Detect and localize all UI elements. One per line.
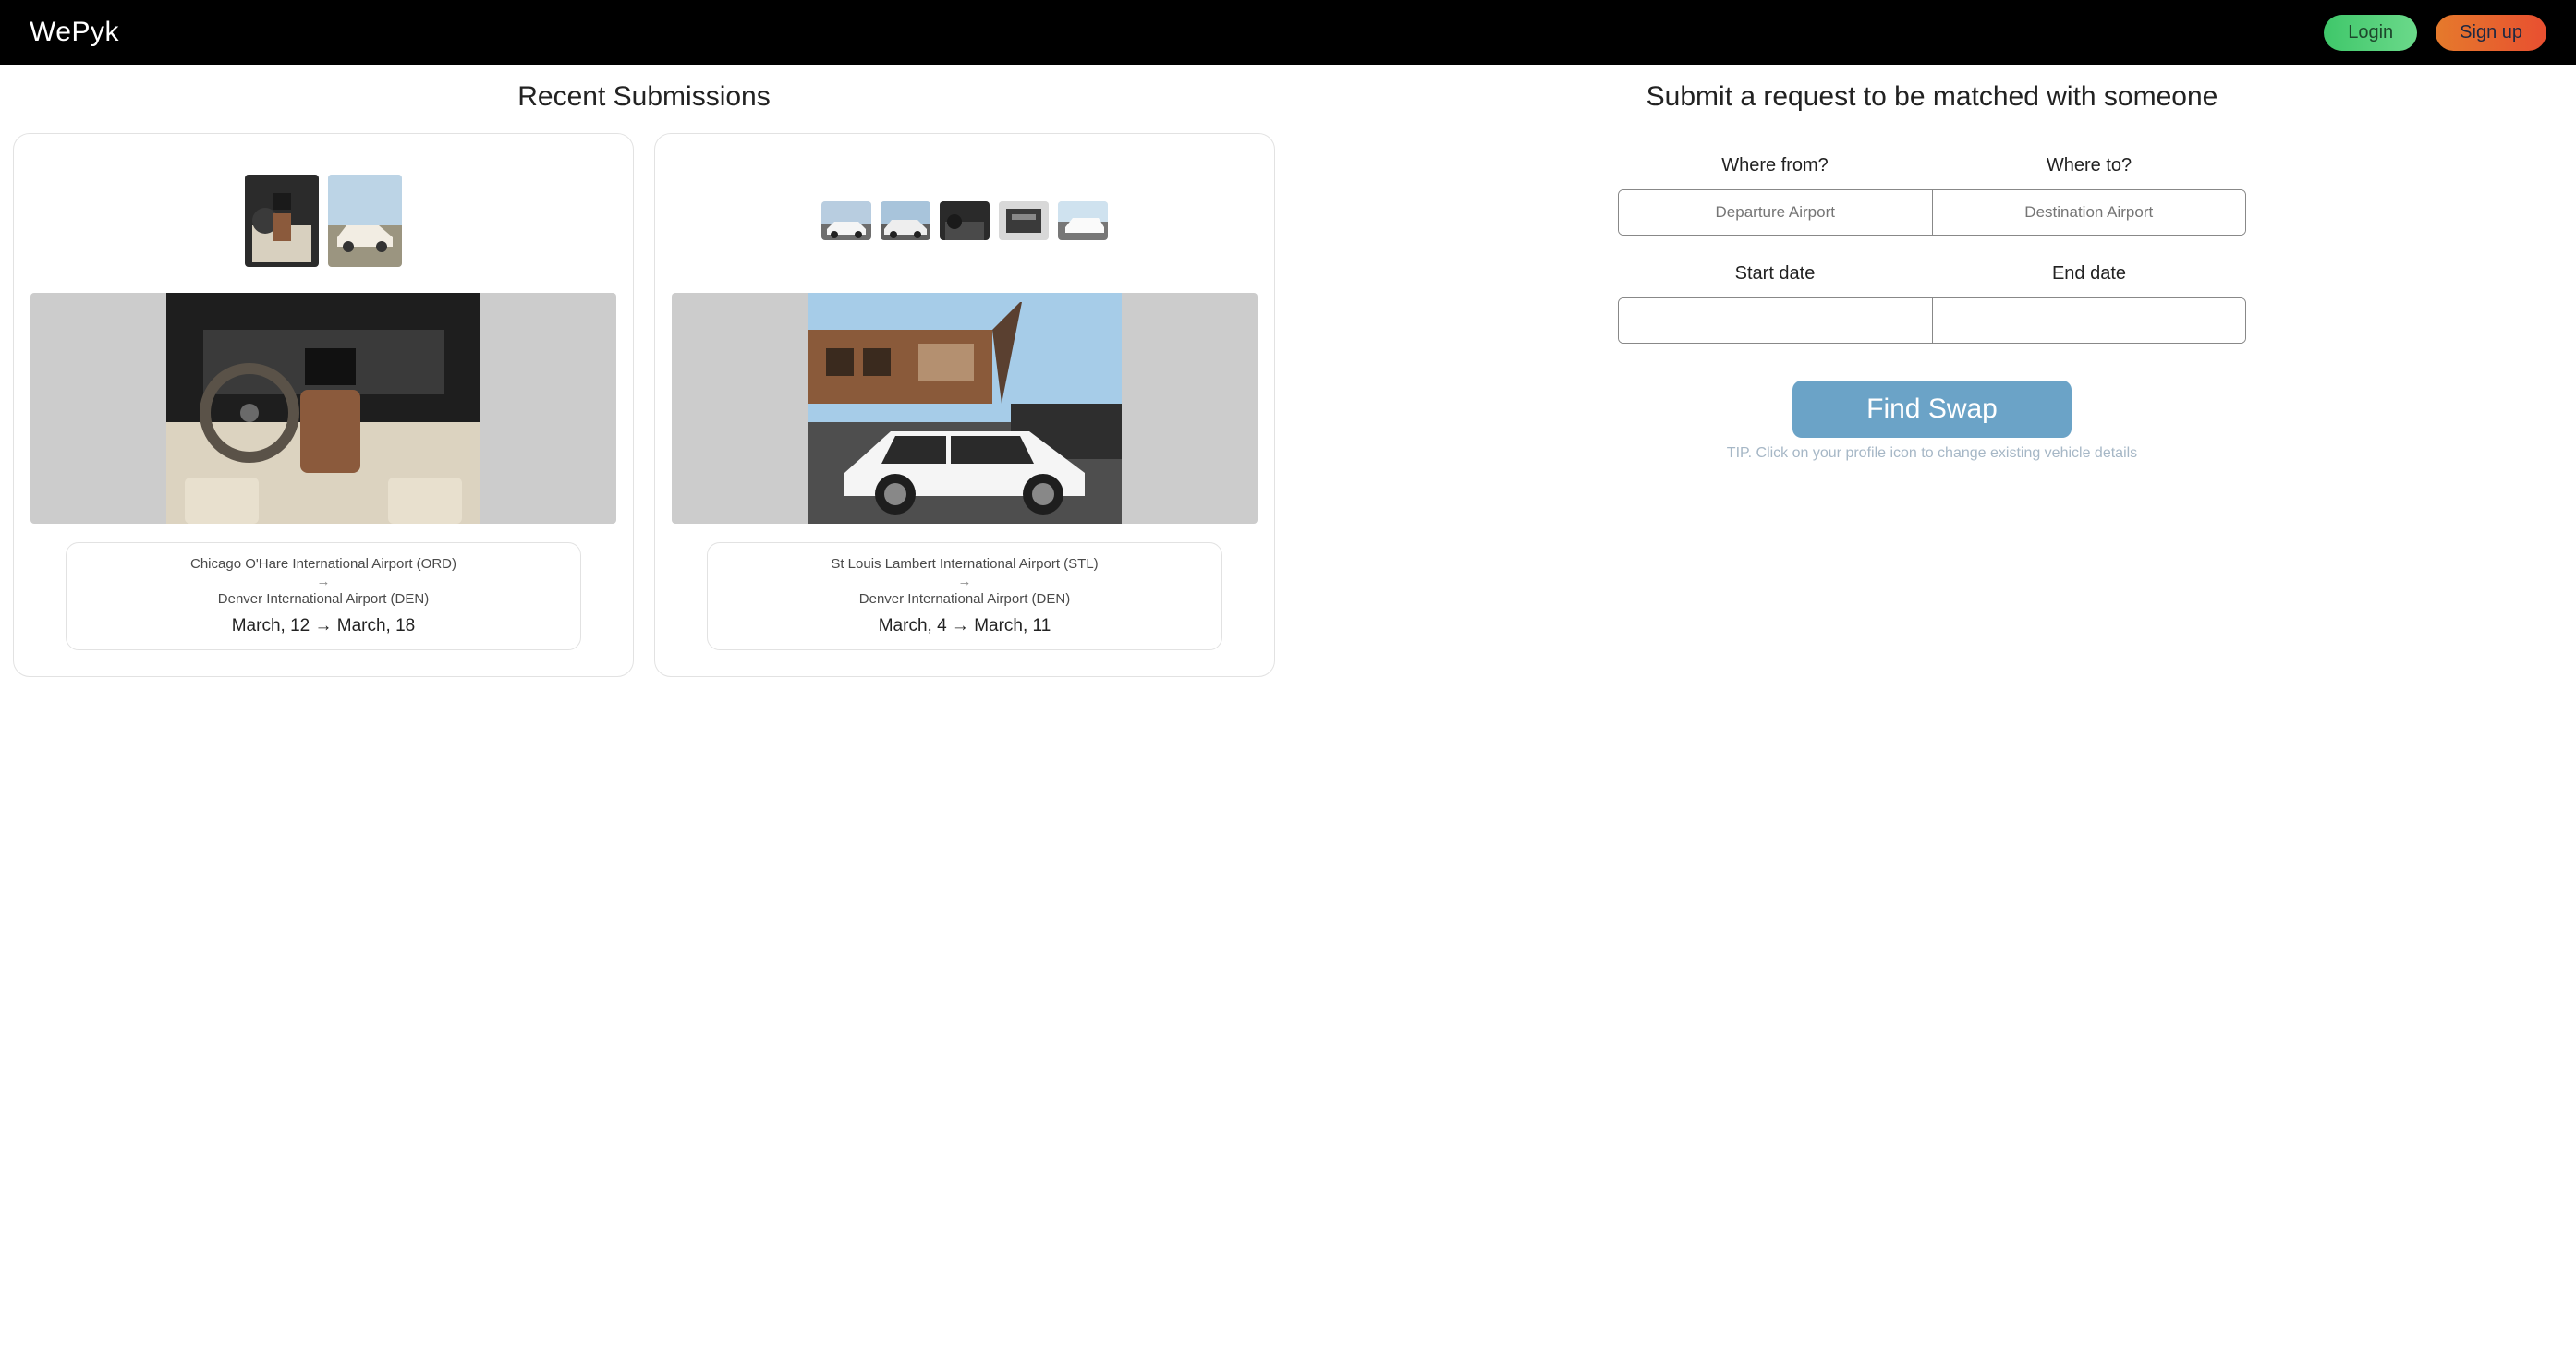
- page-grid: Recent Submissions: [0, 65, 2576, 705]
- submit-request-title: Submit a request to be matched with some…: [1646, 81, 2218, 113]
- thumbnail-strip: [821, 171, 1108, 271]
- where-from-label: Where from?: [1721, 155, 1829, 176]
- end-date-input[interactable]: [1933, 298, 2246, 343]
- thumbnail-strip: [245, 171, 402, 271]
- submission-card[interactable]: St Louis Lambert International Airport (…: [654, 133, 1275, 677]
- cards-row: Chicago O'Hare International Airport (OR…: [0, 133, 1288, 705]
- car-interior-icon: [940, 201, 990, 240]
- date-range: March, 4 → March, 11: [728, 616, 1201, 636]
- car-exterior-icon: [328, 175, 402, 267]
- destination-airport-input[interactable]: [1933, 190, 2246, 235]
- car-thumbnail[interactable]: [940, 201, 990, 240]
- from-airport: St Louis Lambert International Airport (…: [728, 556, 1201, 572]
- find-swap-button[interactable]: Find Swap: [1792, 381, 2072, 438]
- car-interior-icon: [30, 293, 616, 524]
- date-input-group: [1618, 297, 2246, 344]
- main-image[interactable]: [30, 293, 616, 524]
- start-date-input[interactable]: [1619, 298, 1932, 343]
- airport-input-group: [1618, 189, 2246, 236]
- to-airport: Denver International Airport (DEN): [87, 591, 560, 607]
- car-thumbnail[interactable]: [245, 175, 319, 267]
- car-icon: [1058, 201, 1108, 240]
- car-thumbnail[interactable]: [821, 201, 871, 240]
- logo[interactable]: WePyk: [30, 17, 119, 48]
- signup-button[interactable]: Sign up: [2436, 15, 2546, 51]
- nav-actions: Login Sign up: [2324, 15, 2546, 51]
- recent-submissions-title: Recent Submissions: [517, 81, 770, 113]
- where-to-label: Where to?: [2047, 155, 2132, 176]
- car-thumbnail[interactable]: [328, 175, 402, 267]
- car-thumbnail[interactable]: [999, 201, 1049, 240]
- start-date-label: Start date: [1735, 263, 1816, 284]
- car-thumbnail[interactable]: [1058, 201, 1108, 240]
- top-nav: WePyk Login Sign up: [0, 0, 2576, 65]
- car-icon: [881, 201, 930, 240]
- end-date-label: End date: [2052, 263, 2126, 284]
- car-detail-icon: [999, 201, 1049, 240]
- recent-submissions-column: Recent Submissions: [0, 81, 1288, 705]
- submission-info: Chicago O'Hare International Airport (OR…: [66, 542, 581, 650]
- arrow-down-icon: →: [87, 574, 560, 589]
- car-interior-icon: [245, 175, 319, 267]
- to-airport: Denver International Airport (DEN): [728, 591, 1201, 607]
- car-thumbnail[interactable]: [881, 201, 930, 240]
- from-airport: Chicago O'Hare International Airport (OR…: [87, 556, 560, 572]
- request-form: Where from? Where to? Start date End dat…: [1599, 133, 2265, 462]
- submit-request-column: Submit a request to be matched with some…: [1288, 81, 2576, 705]
- submission-info: St Louis Lambert International Airport (…: [707, 542, 1222, 650]
- main-image[interactable]: [672, 293, 1258, 524]
- departure-airport-input[interactable]: [1619, 190, 1932, 235]
- car-exterior-icon: [672, 293, 1258, 524]
- login-button[interactable]: Login: [2324, 15, 2417, 51]
- arrow-down-icon: →: [728, 574, 1201, 589]
- tip-text: TIP. Click on your profile icon to chang…: [1618, 445, 2246, 462]
- date-row: Start date End date: [1618, 263, 2246, 344]
- date-range: March, 12 → March, 18: [87, 616, 560, 636]
- car-icon: [821, 201, 871, 240]
- airport-row: Where from? Where to?: [1618, 155, 2246, 236]
- submission-card[interactable]: Chicago O'Hare International Airport (OR…: [13, 133, 634, 677]
